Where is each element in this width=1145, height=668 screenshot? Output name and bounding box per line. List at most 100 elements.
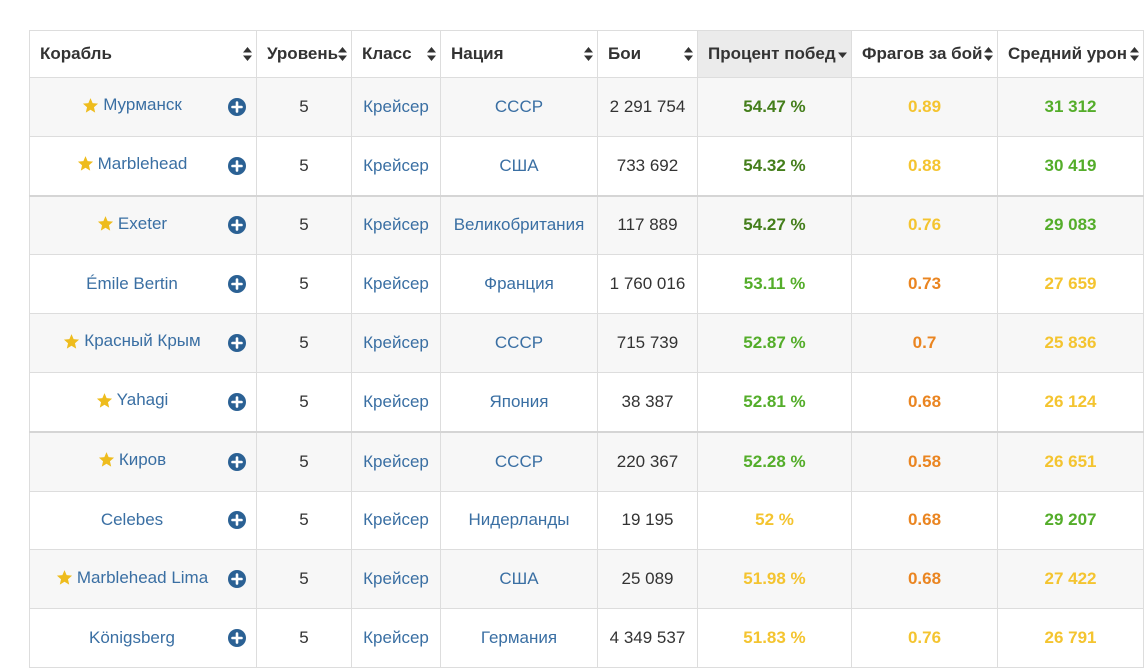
cell-tier: 5	[256, 371, 352, 433]
header-class[interactable]: Класс	[351, 30, 441, 78]
ship-link[interactable]: Königsberg	[89, 628, 175, 648]
plus-circle-icon[interactable]	[228, 216, 246, 235]
cell-ship: Émile Bertin	[29, 254, 257, 315]
cell-nation[interactable]: Нидерланды	[440, 490, 598, 551]
cell-frags: 0.76	[851, 608, 998, 668]
plus-circle-icon[interactable]	[228, 156, 246, 175]
ship-link[interactable]: Киров	[98, 450, 166, 470]
ship-link[interactable]: Exeter	[97, 214, 167, 234]
cell-nation[interactable]: Япония	[440, 371, 598, 433]
cell-ship: Красный Крым	[29, 313, 257, 373]
plus-circle-icon[interactable]	[228, 452, 246, 471]
cell-ship: Marblehead	[29, 135, 257, 197]
sort-both-icon	[584, 47, 593, 61]
header-label: Нация	[451, 44, 504, 63]
cell-ship: Königsberg	[29, 608, 257, 668]
header-tier[interactable]: Уровень	[256, 30, 352, 78]
ship-link[interactable]: Yahagi	[96, 390, 169, 410]
cell-battles: 19 195	[597, 490, 698, 551]
cell-nation[interactable]: Германия	[440, 608, 598, 668]
ship-link[interactable]: Мурманск	[82, 95, 182, 115]
ship-name[interactable]: Мурманск	[103, 95, 182, 115]
cell-nation[interactable]: Франция	[440, 254, 598, 315]
cell-nation[interactable]: СССР	[440, 430, 598, 492]
ship-stats-table: Корабль Уровень Класс Нация Бои Процент …	[29, 30, 1144, 668]
header-battles[interactable]: Бои	[597, 30, 698, 78]
cell-class[interactable]: Крейсер	[351, 194, 441, 256]
cell-nation[interactable]: СССР	[440, 313, 598, 373]
ship-link[interactable]: Marblehead Lima	[56, 568, 208, 588]
header-label: Класс	[362, 44, 412, 63]
cell-class[interactable]: Крейсер	[351, 549, 441, 610]
ship-name[interactable]: Красный Крым	[84, 331, 200, 351]
header-frags[interactable]: Фрагов за бой	[851, 30, 998, 78]
cell-frags: 0.68	[851, 371, 998, 433]
cell-class[interactable]: Крейсер	[351, 254, 441, 315]
cell-tier: 5	[256, 254, 352, 315]
plus-circle-icon[interactable]	[228, 570, 246, 589]
sort-both-icon	[338, 47, 347, 61]
cell-damage: 29 083	[997, 194, 1144, 256]
cell-frags: 0.88	[851, 135, 998, 197]
cell-nation[interactable]: США	[440, 135, 598, 197]
cell-ship: Celebes	[29, 490, 257, 551]
cell-class[interactable]: Крейсер	[351, 430, 441, 492]
sort-both-icon	[1130, 47, 1139, 61]
cell-ship: Marblehead Lima	[29, 549, 257, 610]
header-winrate[interactable]: Процент побед	[697, 30, 852, 78]
header-damage[interactable]: Средний урон	[997, 30, 1144, 78]
cell-nation[interactable]: Великобритания	[440, 194, 598, 256]
star-icon	[56, 570, 72, 585]
plus-circle-icon[interactable]	[228, 97, 246, 116]
cell-nation[interactable]: СССР	[440, 77, 598, 137]
ship-name[interactable]: Émile Bertin	[86, 274, 178, 294]
cell-winrate: 54.47 %	[697, 77, 852, 137]
ship-link[interactable]: Émile Bertin	[86, 274, 178, 294]
cell-class[interactable]: Крейсер	[351, 371, 441, 433]
star-icon	[97, 216, 114, 231]
plus-circle-icon[interactable]	[228, 275, 246, 294]
ship-name[interactable]: Yahagi	[117, 390, 169, 410]
cell-damage: 27 659	[997, 254, 1144, 315]
cell-class[interactable]: Крейсер	[351, 608, 441, 668]
ship-name[interactable]: Marblehead	[98, 154, 188, 174]
cell-damage: 29 207	[997, 490, 1144, 551]
cell-tier: 5	[256, 135, 352, 197]
cell-damage: 26 791	[997, 608, 1144, 668]
ship-name[interactable]: Marblehead Lima	[77, 568, 208, 588]
cell-winrate: 52.87 %	[697, 313, 852, 373]
cell-ship: Exeter	[29, 194, 257, 256]
cell-frags: 0.89	[851, 77, 998, 137]
cell-winrate: 52.28 %	[697, 430, 852, 492]
cell-tier: 5	[256, 313, 352, 373]
plus-circle-icon[interactable]	[228, 392, 246, 411]
ship-link[interactable]: Красный Крым	[63, 331, 201, 351]
ship-link[interactable]: Marblehead	[77, 154, 188, 174]
cell-tier: 5	[256, 549, 352, 610]
cell-winrate: 52.81 %	[697, 371, 852, 433]
cell-class[interactable]: Крейсер	[351, 135, 441, 197]
cell-class[interactable]: Крейсер	[351, 490, 441, 551]
header-label: Корабль	[40, 44, 112, 63]
cell-nation[interactable]: США	[440, 549, 598, 610]
header-nation[interactable]: Нация	[440, 30, 598, 78]
plus-circle-icon[interactable]	[228, 511, 246, 530]
star-icon	[77, 156, 93, 172]
table-row: Marblehead Lima 5 Крейсер США 25 089 51.98 % 0…	[29, 549, 1144, 610]
ship-link[interactable]: Celebes	[101, 510, 163, 530]
plus-circle-icon[interactable]	[228, 629, 246, 648]
cell-class[interactable]: Крейсер	[351, 313, 441, 373]
header-ship[interactable]: Корабль	[29, 30, 257, 78]
cell-battles: 38 387	[597, 371, 698, 433]
header-label: Бои	[608, 44, 642, 63]
ship-name[interactable]: Киров	[119, 450, 166, 470]
ship-name[interactable]: Königsberg	[89, 628, 175, 648]
plus-circle-icon[interactable]	[228, 334, 246, 353]
ship-name[interactable]: Exeter	[118, 214, 167, 234]
cell-class[interactable]: Крейсер	[351, 77, 441, 137]
table-row: Exeter 5 Крейсер Великобритания 117 889 54.27…	[29, 194, 1144, 256]
cell-tier: 5	[256, 608, 352, 668]
cell-battles: 117 889	[597, 194, 698, 256]
ship-name[interactable]: Celebes	[101, 510, 163, 530]
cell-frags: 0.76	[851, 194, 998, 256]
